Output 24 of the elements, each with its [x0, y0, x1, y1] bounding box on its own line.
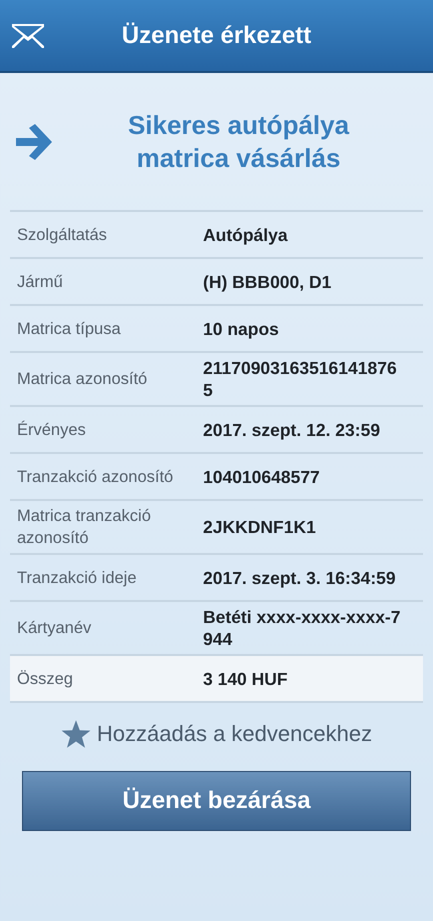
row-value: 2017. szept. 12. 23:59	[203, 418, 382, 440]
row-label: Szolgáltatás	[17, 224, 108, 246]
row-label: Jármű	[17, 272, 64, 292]
row-value: 2017. szept. 3. 16:34:59	[203, 566, 397, 588]
row-label: Tranzakció azonosító	[17, 466, 174, 488]
row-label: Matrica típusa	[17, 318, 122, 340]
row-label: Matrica tranzakció azonosító	[17, 506, 152, 549]
row-value: 3 140 HUF	[203, 668, 289, 690]
close-message-button[interactable]: Üzenet bezárása	[22, 771, 411, 831]
row-value: 10 napos	[203, 318, 280, 340]
row-value: Autópálya	[203, 224, 289, 246]
row-value: 104010648577	[203, 466, 321, 488]
row-value: (H) BBB000, D1	[203, 270, 332, 292]
row-value: 211709031635161418765	[203, 357, 398, 401]
row-label: Matrica azonosító	[17, 369, 148, 390]
row-label: Összeg	[17, 668, 74, 690]
success-heading: Sikeres autópálya matrica vásárlás	[126, 108, 350, 174]
add-favorite-link[interactable]: Hozzáadás a kedvencekhez	[60, 719, 372, 749]
row-label: Kártyanév	[17, 618, 92, 639]
header-title: Üzenete érkezett	[122, 22, 312, 50]
row-value: 2JKKDNF1K1	[203, 516, 317, 538]
row-label: Érvényes	[17, 420, 87, 440]
row-label: Tranzakció ideje	[17, 568, 138, 588]
row-value: Betéti xxxx-xxxx-xxxx-7944	[203, 606, 402, 650]
